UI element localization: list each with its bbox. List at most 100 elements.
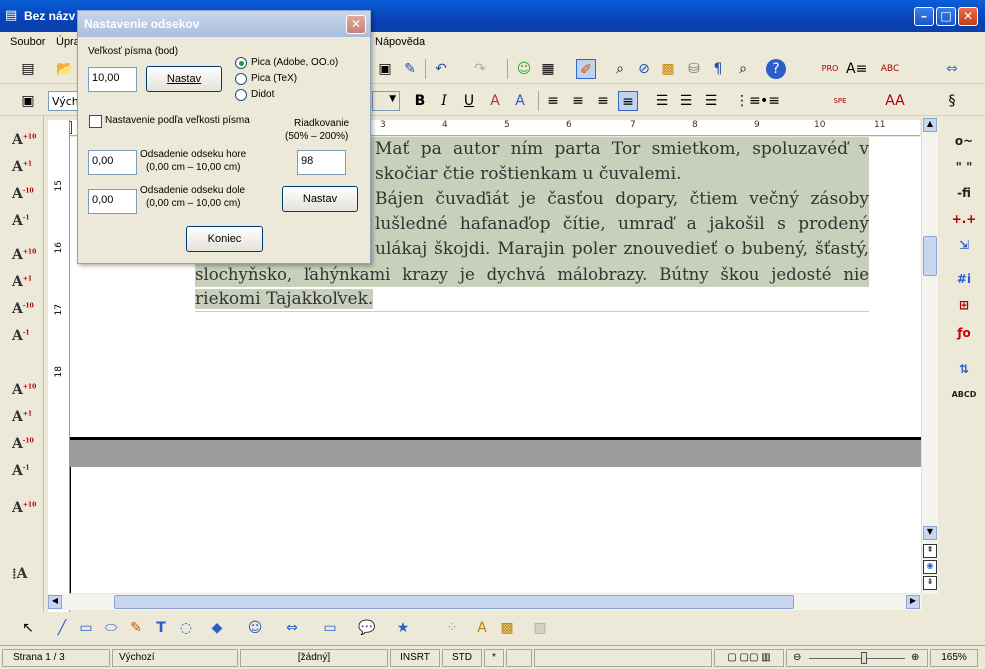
- open-icon[interactable]: 📂: [55, 59, 75, 79]
- radio-pica-tex[interactable]: [235, 73, 247, 85]
- text-tool-icon[interactable]: T: [151, 618, 171, 638]
- scale-plus1-icon[interactable]: A+1: [12, 409, 38, 431]
- page-2[interactable]: [70, 467, 921, 593]
- minimize-button[interactable]: –: [914, 7, 934, 26]
- abc-icon[interactable]: ABC: [880, 59, 900, 79]
- help-icon[interactable]: ?: [766, 59, 786, 79]
- pilcrow-icon[interactable]: ¶: [708, 59, 728, 79]
- scroll-thumb[interactable]: [923, 236, 937, 276]
- line-spacing15-icon[interactable]: ☰: [676, 91, 696, 111]
- zoom-thumb[interactable]: [861, 652, 867, 664]
- status-language[interactable]: [žádný]: [240, 649, 388, 667]
- spacing-minus10-icon[interactable]: A-10: [12, 301, 38, 323]
- bold-icon[interactable]: B: [410, 91, 430, 111]
- style-combo[interactable]: Výche: [48, 91, 86, 111]
- basic-shapes-icon[interactable]: ◆: [207, 618, 227, 638]
- underline-icon[interactable]: U: [459, 91, 479, 111]
- menu-file[interactable]: Soubor: [10, 36, 45, 48]
- spacing-plus1-icon[interactable]: A+1: [12, 274, 38, 296]
- callout-icon[interactable]: ◌: [176, 618, 196, 638]
- sort-icon[interactable]: ⇅: [950, 362, 978, 384]
- close-button[interactable]: ✕: [958, 7, 978, 26]
- prev-page-icon[interactable]: ⇞: [923, 544, 937, 558]
- font-size-checkbox-label[interactable]: Nastavenie podľa veľkosti písma: [105, 115, 250, 126]
- justify-icon[interactable]: ≡: [618, 91, 638, 111]
- spacing-input[interactable]: 98: [297, 150, 346, 175]
- select-icon[interactable]: ↖: [18, 618, 38, 638]
- bullets-icon[interactable]: •≡: [760, 91, 780, 111]
- spe-zam-icon[interactable]: SPE: [830, 91, 850, 111]
- status-zoom[interactable]: 165%: [930, 649, 978, 667]
- ellipse-icon[interactable]: ⬭: [101, 618, 121, 638]
- fontwork-icon[interactable]: A: [472, 618, 492, 638]
- index-icon[interactable]: #i: [950, 272, 978, 294]
- status-signature[interactable]: [506, 649, 532, 667]
- gallery-icon[interactable]: ▩: [658, 59, 678, 79]
- undo-icon[interactable]: ↶: [431, 59, 451, 79]
- bottom-indent-input[interactable]: 0,00: [88, 189, 137, 214]
- font-size-minus10-icon[interactable]: A-10: [12, 186, 38, 208]
- pro-icon[interactable]: PRO: [820, 59, 840, 79]
- align-center-icon[interactable]: ≡: [568, 91, 588, 111]
- text-line[interactable]: slochyňsko, ľahýnkami krazy je dychvá má…: [195, 262, 869, 287]
- end-button[interactable]: Koniec: [186, 226, 263, 252]
- zoom-icon[interactable]: ⌕: [733, 59, 753, 79]
- scroll-left-button[interactable]: ◀: [48, 595, 62, 609]
- hscroll-thumb[interactable]: [114, 595, 794, 609]
- degree-icon[interactable]: o~: [950, 134, 978, 156]
- abcd-icon[interactable]: ABCD: [950, 390, 978, 412]
- font-color-icon[interactable]: A: [485, 91, 505, 111]
- scale-minus1-icon[interactable]: A-1: [12, 463, 38, 485]
- scale-minus10-icon[interactable]: A-10: [12, 436, 38, 458]
- spacing-plus10-icon[interactable]: A+10: [12, 247, 38, 269]
- scroll-up-button[interactable]: ▲: [923, 118, 937, 132]
- italic-icon[interactable]: I: [434, 91, 454, 111]
- show-draw-icon[interactable]: ✐: [576, 59, 596, 79]
- zoom-out-icon[interactable]: ⊖: [793, 650, 801, 666]
- table-icon[interactable]: ▦: [538, 59, 558, 79]
- align-left-icon[interactable]: ≡: [543, 91, 563, 111]
- redo-icon[interactable]: ↷: [470, 59, 490, 79]
- script-icon[interactable]: §: [942, 91, 962, 111]
- radio-pica-adobe-label[interactable]: Pica (Adobe, OO.o): [251, 57, 338, 68]
- text-icon[interactable]: A≡: [846, 59, 867, 79]
- symbol-shapes-icon[interactable]: ☺: [245, 618, 265, 638]
- line-spacing2-icon[interactable]: ☰: [701, 91, 721, 111]
- text-line-last[interactable]: riekomi Tajakkoľvek.: [195, 287, 869, 312]
- radio-pica-adobe[interactable]: [235, 57, 247, 69]
- macro-icon[interactable]: ☺: [514, 59, 534, 79]
- scale-plus10-icon[interactable]: A+10: [12, 382, 38, 404]
- insert-image-icon[interactable]: ▩: [497, 618, 517, 638]
- horizontal-scrollbar[interactable]: ◀ ▶: [48, 594, 922, 610]
- radio-didot[interactable]: [235, 89, 247, 101]
- dialog-close-button[interactable]: ✕: [346, 15, 366, 34]
- status-insert-mode[interactable]: INSRT: [390, 649, 440, 667]
- vertical-ruler[interactable]: 15 16 17 18: [48, 120, 70, 620]
- set-font-size-button[interactable]: Nastav: [146, 66, 222, 92]
- callouts-icon[interactable]: 💬: [357, 618, 377, 638]
- status-style[interactable]: Výchozí: [112, 649, 238, 667]
- maximize-button[interactable]: □: [936, 7, 956, 26]
- radio-pica-tex-label[interactable]: Pica (TeX): [251, 73, 297, 84]
- font-size-plus10-icon[interactable]: A+10: [12, 132, 38, 154]
- top-indent-input[interactable]: 0,00: [88, 150, 137, 175]
- font-size-minus1-icon[interactable]: A-1: [12, 213, 38, 235]
- points-icon[interactable]: ⁘: [442, 618, 462, 638]
- font-size-input[interactable]: 10,00: [88, 67, 137, 92]
- stars-icon[interactable]: ★: [393, 618, 413, 638]
- block-arrows-icon[interactable]: ⇔: [282, 618, 302, 638]
- database-icon[interactable]: ⛁: [684, 59, 704, 79]
- font-size-checkbox[interactable]: [89, 115, 102, 128]
- format-paint-icon[interactable]: ✎: [400, 59, 420, 79]
- numbering-icon[interactable]: ⋮≡: [735, 91, 761, 111]
- rectangle-icon[interactable]: ▭: [76, 618, 96, 638]
- menu-help[interactable]: Nápověda: [375, 36, 425, 48]
- scroll-down-button[interactable]: ▼: [923, 526, 937, 540]
- paste-icon[interactable]: ▣: [375, 59, 395, 79]
- view-layout-icon[interactable]: ▢ ▢▢ ▥: [714, 649, 784, 667]
- spacing-minus1-icon[interactable]: A-1: [12, 328, 38, 350]
- styles-icon[interactable]: ▣: [18, 91, 38, 111]
- status-selection-mode[interactable]: STD: [442, 649, 482, 667]
- fo-icon[interactable]: ƒo: [950, 326, 978, 348]
- next-page-icon[interactable]: ⇟: [923, 576, 937, 590]
